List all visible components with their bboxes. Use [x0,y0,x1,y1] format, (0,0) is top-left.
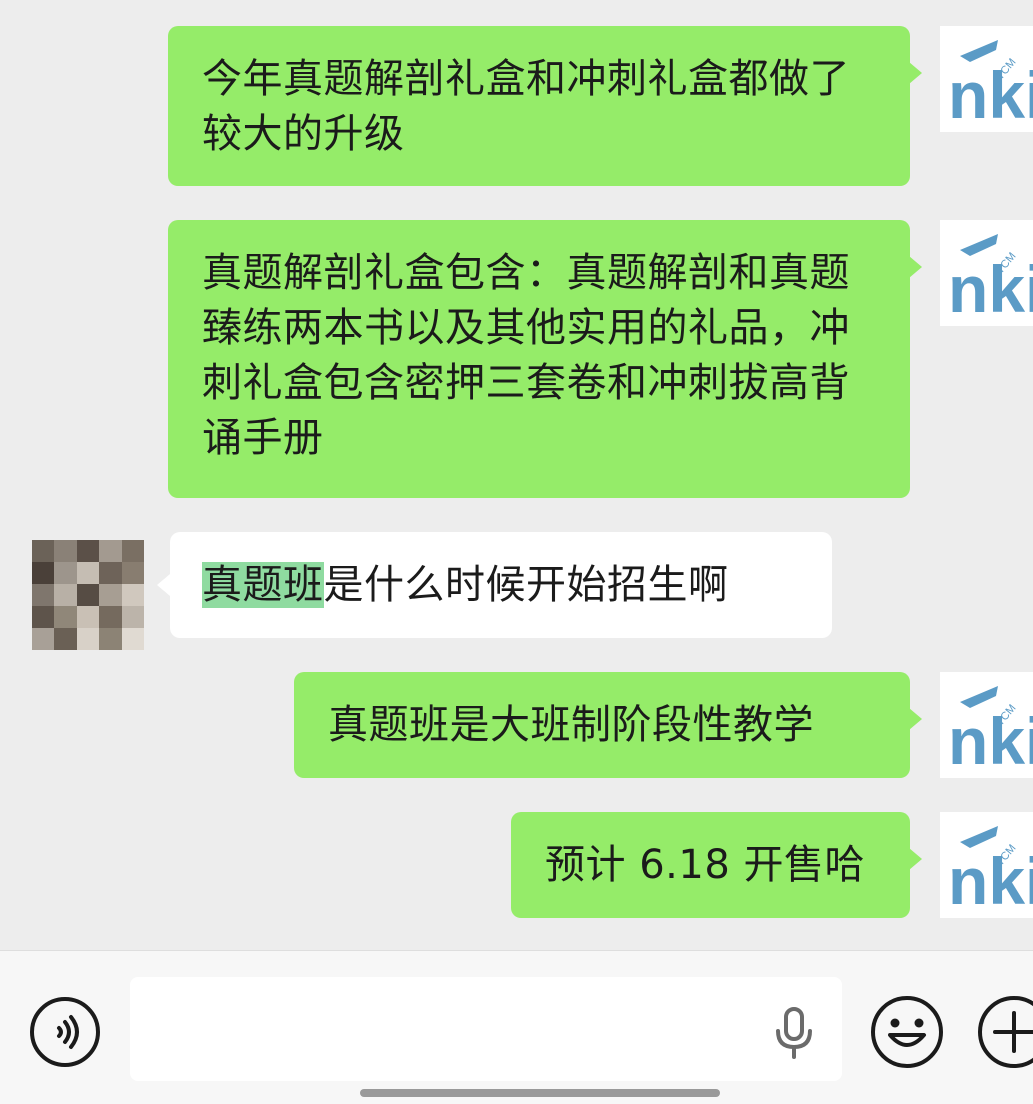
contact-avatar[interactable]: nki TCM [940,672,1033,778]
message-bubble-incoming[interactable]: 真题班是什么时候开始招生啊 [170,532,832,638]
message-text: 真题解剖礼盒包含：真题解剖和真题臻练两本书以及其他实用的礼品，冲刺礼盒包含密押三… [202,250,850,461]
plus-icon [978,996,1033,1068]
bubble-tail [909,256,922,278]
contact-avatar[interactable]: nki TCM [940,812,1033,918]
bubble-tail [909,708,922,730]
emoji-icon [871,996,943,1068]
message-text: 真题班是大班制阶段性教学 [328,702,814,748]
more-button[interactable] [975,993,1033,1071]
home-indicator[interactable] [360,1089,720,1097]
voice-button[interactable] [28,995,102,1069]
svg-text:nki: nki [948,252,1033,326]
bubble-tail [909,62,922,84]
contact-avatar[interactable]: nki TCM [940,26,1033,132]
message-bubble-outgoing[interactable]: 真题解剖礼盒包含：真题解剖和真题臻练两本书以及其他实用的礼品，冲刺礼盒包含密押三… [168,220,910,498]
sender-avatar[interactable] [32,540,144,650]
message-text: 预计 6.18 开售哈 [545,842,865,888]
message-text: 今年真题解剖礼盒和冲刺礼盒都做了较大的升级 [202,56,850,157]
mnki-logo-icon: nki TCM [948,686,1033,778]
chat-area[interactable]: nki TCM 今年真题解剖礼盒和冲刺礼盒都做了较大的升级 nki TCM 真题… [0,0,1033,950]
mnki-logo-icon: nki TCM [948,826,1033,918]
bubble-tail [909,848,922,870]
mnki-logo-icon: nki TCM [948,40,1033,132]
voice-icon [30,997,100,1067]
bubble-tail [157,574,170,596]
message-input[interactable] [130,977,842,1081]
message-bubble-outgoing[interactable]: 预计 6.18 开售哈 [511,812,910,918]
emoji-button[interactable] [868,993,946,1071]
message-text: 是什么时候开始招生啊 [323,562,729,608]
svg-text:nki: nki [948,844,1033,918]
microphone-icon[interactable] [770,1005,818,1059]
message-bubble-outgoing[interactable]: 真题班是大班制阶段性教学 [294,672,910,778]
svg-text:nki: nki [948,58,1033,132]
input-bar [0,950,1033,1104]
mnki-logo-icon: nki TCM [948,234,1033,326]
message-bubble-outgoing[interactable]: 今年真题解剖礼盒和冲刺礼盒都做了较大的升级 [168,26,910,186]
highlighted-text: 真题班 [202,562,324,608]
contact-avatar[interactable]: nki TCM [940,220,1033,326]
svg-text:nki: nki [948,704,1033,778]
